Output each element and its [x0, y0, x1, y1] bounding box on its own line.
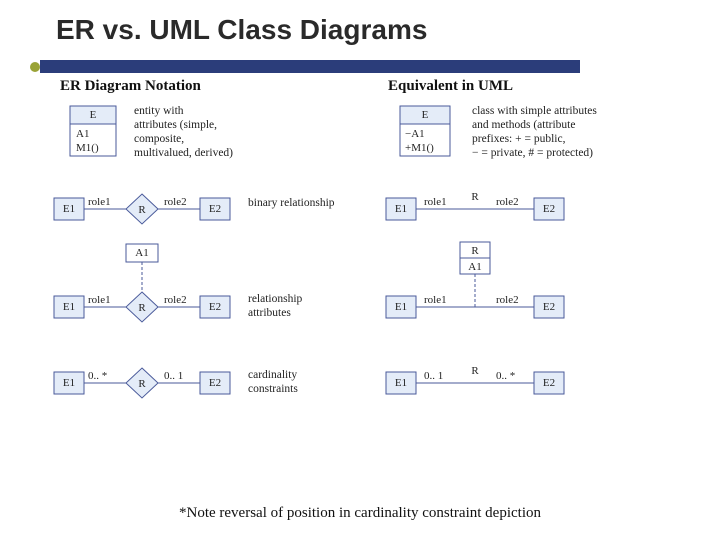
svg-text:R: R: [471, 365, 479, 377]
svg-text:R: R: [138, 378, 146, 390]
svg-text:E1: E1: [63, 301, 75, 313]
svg-text:0.. 1: 0.. 1: [424, 370, 443, 382]
uml-cardinality: E1 0.. 1 R 0.. * E2: [386, 365, 564, 394]
svg-text:E2: E2: [209, 301, 221, 313]
svg-text:A1: A1: [135, 247, 148, 259]
svg-text:E2: E2: [209, 203, 221, 215]
er-entity-a2: M1(): [76, 142, 99, 154]
page-title: ER vs. UML Class Diagrams: [0, 0, 720, 54]
er-entity-a1: A1: [76, 128, 89, 140]
er-entity-name: E: [90, 109, 97, 121]
svg-text:R: R: [138, 302, 146, 314]
footnote: *Note reversal of position in cardinalit…: [0, 505, 720, 522]
uml-class-desc: class with simple attributes and methods…: [472, 105, 597, 159]
svg-text:E2: E2: [543, 203, 555, 215]
svg-text:R: R: [471, 191, 479, 203]
svg-text:R: R: [471, 245, 479, 257]
svg-text:R: R: [138, 204, 146, 216]
er-relattr: A1 E1 role1 R role2 E2 relationship attr…: [54, 244, 303, 322]
svg-text:multivalued, derived): multivalued, derived): [134, 147, 233, 159]
svg-text:E1: E1: [395, 377, 407, 389]
svg-text:role2: role2: [496, 196, 519, 208]
svg-text:role2: role2: [496, 294, 519, 306]
svg-text:prefixes: + = public,: prefixes: + = public,: [472, 133, 566, 145]
title-bullet: [30, 62, 40, 72]
svg-text:E2: E2: [209, 377, 221, 389]
svg-text:A1: A1: [468, 261, 481, 273]
svg-text:E2: E2: [543, 301, 555, 313]
svg-text:entity with: entity with: [134, 105, 184, 117]
uml-class-a2: +M1(): [405, 142, 434, 154]
svg-text:E1: E1: [395, 203, 407, 215]
title-underline: [40, 60, 580, 73]
svg-text:cardinality: cardinality: [248, 369, 297, 381]
svg-text:role1: role1: [424, 294, 447, 306]
er-entity-desc: entity with attributes (simple, composit…: [134, 105, 233, 159]
svg-text:and methods (attribute: and methods (attribute: [472, 119, 575, 131]
svg-text:constraints: constraints: [248, 383, 298, 395]
svg-text:− = private, # = protected): − = private, # = protected): [472, 147, 593, 159]
svg-text:class with simple attributes: class with simple attributes: [472, 105, 597, 117]
svg-text:E1: E1: [63, 377, 75, 389]
svg-text:E2: E2: [543, 377, 555, 389]
svg-text:role2: role2: [164, 196, 187, 208]
svg-text:role2: role2: [164, 294, 187, 306]
uml-class-a1: −A1: [405, 128, 425, 140]
svg-text:role1: role1: [424, 196, 447, 208]
er-binary: E1 role1 R role2 E2 binary relationship: [54, 194, 335, 224]
svg-text:role1: role1: [88, 196, 111, 208]
svg-text:composite,: composite,: [134, 133, 184, 145]
uml-class-name: E: [422, 109, 429, 121]
svg-text:relationship: relationship: [248, 293, 303, 305]
svg-text:role1: role1: [88, 294, 111, 306]
svg-text:0.. *: 0.. *: [496, 370, 515, 382]
uml-relattr: R A1 E1 role1 role2 E2: [386, 242, 564, 318]
diagram-canvas: E A1 M1() entity with attributes (simple…: [0, 82, 720, 502]
svg-text:binary relationship: binary relationship: [248, 197, 335, 209]
svg-text:0.. 1: 0.. 1: [164, 370, 183, 382]
svg-text:E1: E1: [63, 203, 75, 215]
uml-class-box: E −A1 +M1(): [400, 106, 450, 156]
svg-text:E1: E1: [395, 301, 407, 313]
svg-text:attributes: attributes: [248, 307, 291, 319]
er-cardinality: E1 0.. * R 0.. 1 E2 cardinality constrai…: [54, 368, 298, 398]
uml-binary: E1 role1 R role2 E2: [386, 191, 564, 220]
svg-text:0.. *: 0.. *: [88, 370, 107, 382]
er-entity-box: E A1 M1(): [70, 106, 116, 156]
svg-text:attributes (simple,: attributes (simple,: [134, 119, 217, 131]
